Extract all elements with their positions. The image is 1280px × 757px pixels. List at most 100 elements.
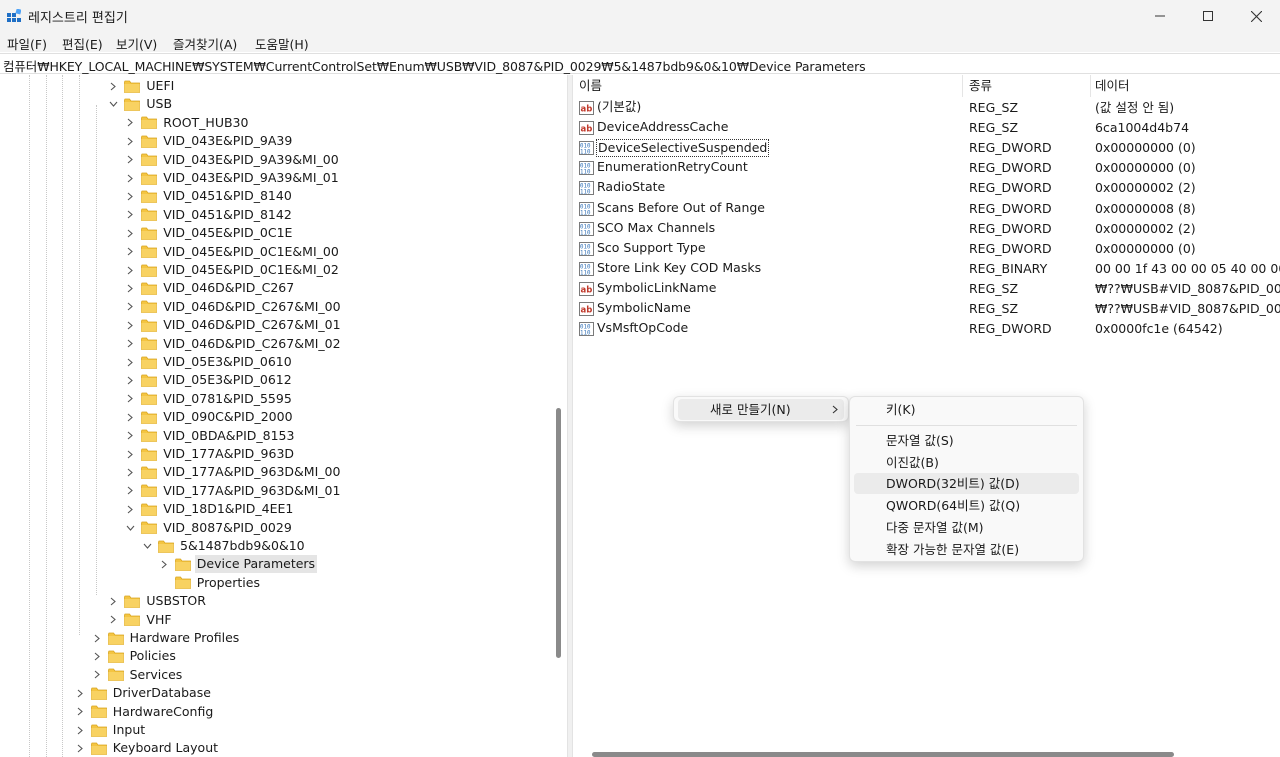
- value-row[interactable]: ab SymbolicName REG_SZ ₩??₩USB#VID_8087&PID…: [574, 299, 1280, 319]
- value-row[interactable]: 010 110 Store Link Key COD Masks REG_BINARY…: [574, 259, 1280, 279]
- column-header-type[interactable]: 종류: [964, 75, 1091, 97]
- tree-expander[interactable]: [75, 721, 85, 739]
- tree-node[interactable]: Policies: [92, 647, 178, 665]
- tree-node[interactable]: USBSTOR: [108, 592, 208, 610]
- tree-node[interactable]: VID_043E&PID_9A39&MI_00: [125, 151, 341, 169]
- tree-expander[interactable]: [125, 169, 135, 187]
- tree-expander[interactable]: [108, 95, 118, 113]
- tree-node[interactable]: VID_045E&PID_0C1E: [125, 224, 294, 242]
- value-row[interactable]: 010 110 VsMsftOpCode REG_DWORD 0x0000fc1e (6…: [574, 319, 1280, 339]
- tree-node[interactable]: UEFI: [108, 77, 176, 95]
- tree-node[interactable]: Services: [92, 666, 185, 684]
- tree-expander[interactable]: [125, 335, 135, 353]
- tree-expander[interactable]: [125, 463, 135, 481]
- tree-expander[interactable]: [75, 739, 85, 757]
- submenu-item[interactable]: 이진값(B): [854, 452, 1079, 473]
- tree-node[interactable]: VID_0451&PID_8140: [125, 187, 294, 205]
- submenu-item[interactable]: 키(K): [854, 399, 1079, 420]
- tree-expander[interactable]: [159, 555, 169, 573]
- tree-expander[interactable]: [125, 519, 135, 537]
- value-row[interactable]: 010 110 Sco Support Type REG_DWORD 0x0000000…: [574, 239, 1280, 259]
- submenu-item[interactable]: 문자열 값(S): [854, 430, 1079, 451]
- tree-node[interactable]: VID_046D&PID_C267&MI_01: [125, 316, 342, 334]
- tree-node[interactable]: Properties: [159, 574, 262, 592]
- tree-expander[interactable]: [108, 611, 118, 629]
- tree-expander[interactable]: [125, 261, 135, 279]
- tree-node[interactable]: VHF: [108, 611, 173, 629]
- tree-node[interactable]: Device Parameters: [159, 555, 318, 574]
- tree-node[interactable]: VID_05E3&PID_0612: [125, 371, 294, 389]
- tree-expander[interactable]: [75, 703, 85, 721]
- tree-node[interactable]: Hardware Profiles: [92, 629, 242, 647]
- tree-node[interactable]: DriverDatabase: [75, 684, 213, 702]
- tree-node[interactable]: VID_046D&PID_C267&MI_00: [125, 298, 342, 316]
- tree-node[interactable]: VID_0BDA&PID_8153: [125, 427, 296, 445]
- pane-splitter[interactable]: [567, 75, 573, 757]
- tree-expander[interactable]: [125, 298, 135, 316]
- tree-expander[interactable]: [125, 206, 135, 224]
- tree-expander[interactable]: [125, 224, 135, 242]
- tree-node[interactable]: Keyboard Layout: [75, 739, 220, 757]
- tree-node[interactable]: VID_177A&PID_963D&MI_01: [125, 482, 342, 500]
- tree-expander[interactable]: [125, 151, 135, 169]
- tree-node[interactable]: VID_090C&PID_2000: [125, 408, 294, 426]
- tree-node[interactable]: VID_177A&PID_963D&MI_00: [125, 463, 342, 481]
- address-path[interactable]: 컴퓨터₩HKEY_LOCAL_MACHINE₩SYSTEM₩CurrentCon…: [3, 56, 866, 75]
- menu-file[interactable]: 파일(F): [7, 34, 47, 53]
- tree-expander[interactable]: [125, 132, 135, 150]
- tree-expander[interactable]: [125, 279, 135, 297]
- value-row[interactable]: ab DeviceAddressCache REG_SZ 6ca1004d4b74: [574, 118, 1280, 138]
- tree-expander[interactable]: [125, 316, 135, 334]
- tree-expander[interactable]: [92, 666, 102, 684]
- menu-help[interactable]: 도움말(H): [255, 34, 309, 53]
- tree-node[interactable]: VID_18D1&PID_4EE1: [125, 500, 295, 518]
- context-menu-new[interactable]: 새로 만들기(N): [678, 399, 844, 420]
- value-row[interactable]: 010 110 DeviceSelectiveSuspended REG_DWORD 0…: [574, 138, 1280, 158]
- tree-expander[interactable]: [125, 445, 135, 463]
- submenu-item[interactable]: 다중 문자열 값(M): [854, 517, 1079, 538]
- tree-scrollbar-thumb[interactable]: [556, 408, 561, 658]
- address-bar[interactable]: 컴퓨터₩HKEY_LOCAL_MACHINE₩SYSTEM₩CurrentCon…: [0, 53, 1280, 74]
- tree-expander[interactable]: [125, 482, 135, 500]
- value-row[interactable]: ab SymbolicLinkName REG_SZ ₩??₩USB#VID_8087…: [574, 279, 1280, 299]
- tree-node[interactable]: VID_05E3&PID_0610: [125, 353, 294, 371]
- tree-expander[interactable]: [125, 114, 135, 132]
- tree-node[interactable]: VID_046D&PID_C267&MI_02: [125, 335, 342, 353]
- tree-expander[interactable]: [125, 371, 135, 389]
- tree-pane[interactable]: UEFI USB ROOT_HUB30 VID_043E&PID_9A39 VID_04…: [0, 75, 567, 757]
- column-header-data[interactable]: 데이터: [1090, 75, 1280, 97]
- list-scrollbar-thumb[interactable]: [592, 752, 1174, 757]
- tree-node[interactable]: VID_0781&PID_5595: [125, 390, 294, 408]
- tree-expander[interactable]: [159, 574, 169, 592]
- tree-expander[interactable]: [125, 408, 135, 426]
- value-row[interactable]: 010 110 SCO Max Channels REG_DWORD 0x0000000…: [574, 219, 1280, 239]
- submenu-item[interactable]: 확장 가능한 문자열 값(E): [854, 539, 1079, 560]
- tree-expander[interactable]: [125, 390, 135, 408]
- maximize-button[interactable]: [1184, 0, 1232, 32]
- tree-node[interactable]: VID_046D&PID_C267: [125, 279, 296, 297]
- tree-node[interactable]: ROOT_HUB30: [125, 114, 250, 132]
- close-button[interactable]: [1232, 0, 1280, 32]
- submenu-item[interactable]: QWORD(64비트) 값(Q): [854, 495, 1079, 516]
- column-header-name[interactable]: 이름: [574, 75, 963, 97]
- tree-node[interactable]: VID_043E&PID_9A39: [125, 132, 294, 150]
- tree-node[interactable]: VID_177A&PID_963D: [125, 445, 296, 463]
- tree-expander[interactable]: [125, 427, 135, 445]
- tree-expander[interactable]: [125, 243, 135, 261]
- tree-node[interactable]: Input: [75, 721, 147, 739]
- tree-node[interactable]: USB: [108, 95, 174, 113]
- value-row[interactable]: 010 110 EnumerationRetryCount REG_DWORD 0x00…: [574, 158, 1280, 178]
- menu-edit[interactable]: 편집(E): [62, 34, 103, 53]
- tree-expander[interactable]: [125, 353, 135, 371]
- tree-node[interactable]: HardwareConfig: [75, 703, 215, 721]
- tree-node[interactable]: VID_0451&PID_8142: [125, 206, 294, 224]
- tree-expander[interactable]: [92, 629, 102, 647]
- tree-node[interactable]: VID_045E&PID_0C1E&MI_00: [125, 243, 341, 261]
- tree-node[interactable]: VID_8087&PID_0029: [125, 519, 294, 537]
- value-row[interactable]: 010 110 RadioState REG_DWORD 0x00000002 (2): [574, 178, 1280, 198]
- tree-expander[interactable]: [125, 500, 135, 518]
- menu-favorites[interactable]: 즐겨찾기(A): [173, 34, 237, 53]
- tree-expander[interactable]: [142, 537, 152, 555]
- value-row[interactable]: ab (기본값) REG_SZ (값 설정 안 됨): [574, 98, 1280, 118]
- menu-view[interactable]: 보기(V): [116, 34, 157, 53]
